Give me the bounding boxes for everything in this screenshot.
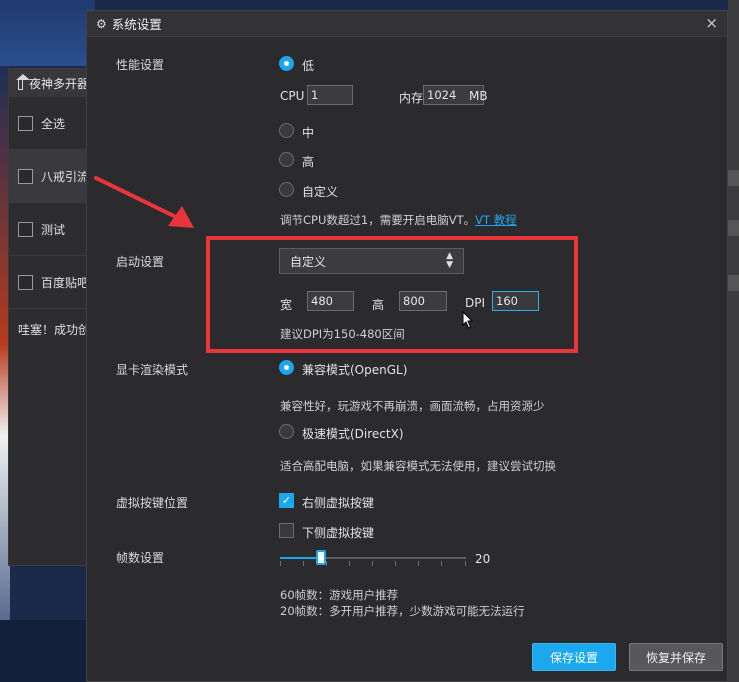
height-input[interactable]: 800	[399, 291, 447, 311]
fps-value: 20	[475, 552, 491, 566]
render-mode-label: 显卡渲染模式	[116, 363, 189, 377]
chevron-updown-icon: ▲ ▼	[446, 251, 453, 270]
instance-row[interactable]: 百度贴吧	[9, 256, 89, 309]
background-desktop-bottom	[0, 620, 90, 682]
memory-unit: MB	[469, 89, 488, 103]
fps-slider[interactable]	[280, 548, 466, 568]
dialog-footer: 保存设置 恢复并保存	[87, 621, 727, 681]
resolution-selected: 自定义	[290, 254, 327, 269]
select-all-label: 全选	[41, 116, 66, 131]
instance-row[interactable]: 测试	[9, 203, 89, 256]
status-note: 哇塞！成功创	[18, 323, 89, 337]
performance-high-radio[interactable]	[279, 152, 294, 167]
dialog-title-bar: ⚙ 系统设置	[87, 11, 727, 37]
instance-checkbox[interactable]	[18, 168, 33, 184]
select-all-row[interactable]: 全选	[9, 97, 89, 150]
dpi-hint: 建议DPI为150-480区间	[280, 327, 405, 341]
render-opengl-radio[interactable]	[279, 360, 294, 375]
dpi-label: DPI	[465, 296, 486, 310]
render-directx-radio[interactable]	[279, 424, 294, 439]
instance-checkbox[interactable]	[18, 221, 33, 237]
performance-low-radio[interactable]	[279, 56, 294, 71]
width-label: 宽	[280, 298, 293, 312]
fps-slider-fill	[280, 557, 321, 559]
dpi-input[interactable]: 160	[492, 291, 539, 311]
performance-label: 性能设置	[116, 58, 165, 72]
select-all-checkbox[interactable]	[18, 115, 33, 131]
background-desktop-top	[0, 0, 95, 66]
performance-custom-radio[interactable]	[279, 182, 294, 197]
background-right-window-edge	[728, 0, 739, 682]
instance-checkbox[interactable]	[18, 274, 33, 290]
gear-icon: ⚙	[96, 16, 107, 31]
instance-row[interactable]: 八戒引流	[9, 150, 89, 203]
fps-label: 帧数设置	[116, 551, 165, 565]
fps-hint-20: 20帧数：多开用户推荐，少数游戏可能无法运行	[280, 604, 525, 618]
memory-label: 内存	[399, 91, 424, 105]
performance-custom-label: 自定义	[302, 185, 339, 199]
vt-hint: 调节CPU数超过1，需要开启电脑VT。VT 教程	[280, 212, 517, 228]
manager-title: 夜神多开器	[28, 76, 89, 91]
bottom-virtual-keys-checkbox[interactable]	[279, 523, 294, 538]
right-virtual-keys-checkbox[interactable]: ✓	[279, 493, 294, 508]
vt-hint-text: 调节CPU数超过1，需要开启电脑VT。	[280, 213, 476, 227]
render-opengl-label: 兼容模式(OpenGL)	[302, 363, 408, 377]
instance-name: 百度贴吧	[41, 275, 89, 290]
instance-name: 八戒引流	[41, 169, 89, 184]
width-input[interactable]: 480	[307, 291, 354, 311]
resolution-select[interactable]: 自定义 ▲ ▼	[279, 248, 464, 274]
height-label: 高	[372, 298, 385, 312]
render-directx-desc: 适合高配电脑，如果兼容模式无法使用，建议尝试切换	[280, 459, 556, 473]
save-settings-button[interactable]: 保存设置	[532, 643, 616, 671]
render-opengl-desc: 兼容性好，玩游戏不再崩溃，画面流畅，占用资源少	[280, 399, 545, 413]
fps-hint-60: 60帧数：游戏用户推荐	[280, 588, 399, 602]
performance-high-label: 高	[302, 155, 315, 169]
fps-slider-handle[interactable]	[316, 550, 326, 565]
restore-and-save-button[interactable]: 恢复并保存	[629, 643, 723, 671]
right-virtual-keys-label: 右侧虚拟按键	[302, 496, 375, 510]
startup-label: 启动设置	[116, 255, 165, 269]
virtual-keys-label: 虚拟按键位置	[116, 496, 189, 510]
performance-low-label: 低	[302, 59, 315, 73]
manager-title-bar: 夜神多开器	[9, 69, 89, 97]
multi-instance-manager-window: 夜神多开器 全选 八戒引流 测试 百度贴吧 哇塞！成功创	[8, 68, 90, 566]
vt-tutorial-link[interactable]: VT 教程	[475, 213, 517, 227]
close-icon[interactable]: ×	[705, 14, 718, 32]
render-directx-label: 极速模式(DirectX)	[302, 427, 404, 441]
performance-medium-label: 中	[302, 126, 315, 140]
mouse-cursor-icon	[462, 311, 474, 329]
cpu-label: CPU	[280, 89, 305, 103]
home-icon	[16, 73, 30, 90]
cpu-input[interactable]: 1	[307, 85, 353, 105]
bottom-virtual-keys-label: 下侧虚拟按键	[302, 526, 375, 540]
performance-medium-radio[interactable]	[279, 123, 294, 138]
dialog-title: 系统设置	[111, 17, 162, 32]
system-settings-dialog: ⚙ 系统设置 × 性能设置 低 CPU 1 内存 1024 MB 中 高 自定义…	[86, 10, 728, 682]
instance-name: 测试	[41, 222, 66, 237]
